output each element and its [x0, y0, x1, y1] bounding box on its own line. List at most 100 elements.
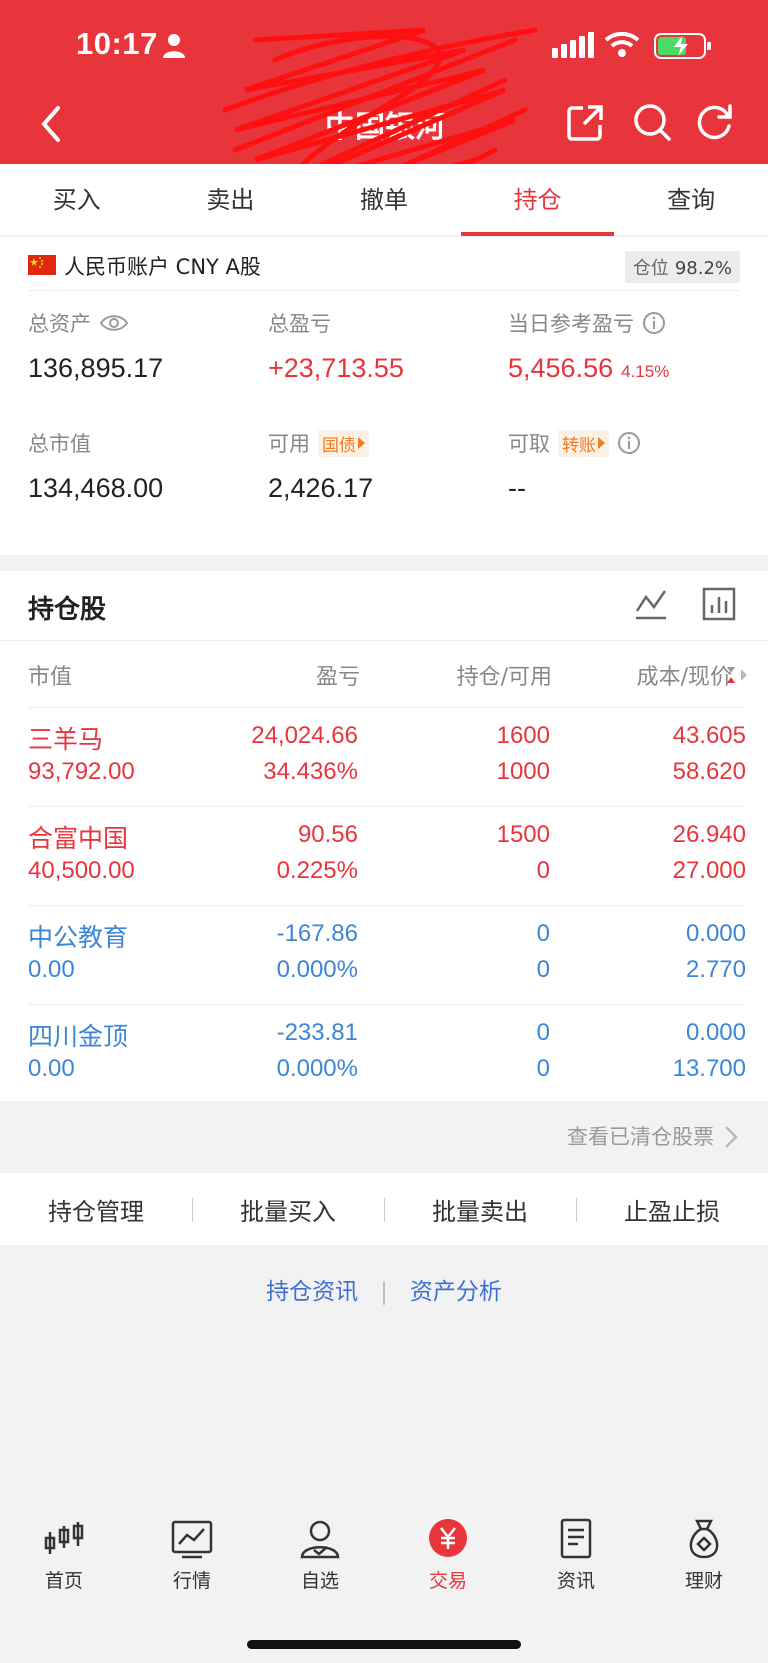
search-icon[interactable]	[632, 102, 672, 142]
stock-name: 合富中国	[28, 824, 129, 853]
stock-market-value: 0.00	[28, 956, 75, 983]
money-bag-icon	[689, 1519, 719, 1559]
status-bar: 10:17	[0, 26, 768, 66]
metric-market-value: 总市值 134,468.00	[28, 429, 258, 504]
info-links: 持仓资讯 | 资产分析	[0, 1272, 768, 1306]
position-badge: 仓位 98.2%	[624, 251, 740, 283]
nav-trade[interactable]: 交易	[384, 1518, 512, 1598]
sort-icon[interactable]	[726, 665, 748, 685]
table-row[interactable]: 合富中国 40,500.00 90.56 0.225% 1500 0 26.94…	[28, 806, 746, 905]
cleared-stocks-link[interactable]: 查看已清仓股票	[567, 1121, 714, 1151]
nav-watchlist[interactable]: 自选	[256, 1518, 384, 1598]
stock-pl: 24,024.66	[251, 722, 358, 749]
holdings-actions: 持仓管理 批量买入 批量卖出 止盈止损	[0, 1173, 768, 1245]
col-holding[interactable]: 持仓/可用	[457, 659, 552, 691]
batch-buy-button[interactable]: 批量买入	[192, 1192, 384, 1227]
total-assets-value: 136,895.17	[28, 353, 164, 383]
cleared-stocks-bar: 查看已清仓股票	[0, 1101, 768, 1173]
transfer-tag-label: 转账	[562, 435, 596, 456]
batch-sell-button[interactable]: 批量卖出	[384, 1192, 576, 1227]
stock-holding: 1500	[496, 821, 550, 848]
stock-holding: 0	[536, 1019, 550, 1046]
bond-tag-label: 国债	[322, 435, 356, 456]
candlestick-icon	[44, 1522, 84, 1554]
nav-news[interactable]: 资讯	[512, 1518, 640, 1598]
bar-chart-icon[interactable]	[702, 587, 736, 621]
col-pl[interactable]: 盈亏	[316, 659, 360, 691]
table-row[interactable]: 中公教育 0.00 -167.86 0.000% 0 0 0.000 2.770	[28, 905, 746, 1004]
market-value-label: 总市值	[28, 432, 91, 456]
stock-price: 13.700	[672, 1055, 746, 1082]
info-icon[interactable]	[617, 431, 641, 455]
share-icon[interactable]	[566, 104, 604, 142]
refresh-icon[interactable]	[694, 102, 734, 142]
stock-market-value: 93,792.00	[28, 758, 135, 785]
stock-market-value: 0.00	[28, 1055, 75, 1082]
battery-icon	[654, 33, 711, 59]
tab-buy[interactable]: 买入	[0, 164, 154, 235]
nav-trade-label: 交易	[428, 1570, 467, 1592]
nav-wealth[interactable]: 理财	[640, 1518, 768, 1598]
tab-sell[interactable]: 卖出	[154, 164, 308, 235]
nav-market[interactable]: 行情	[128, 1518, 256, 1598]
withdrawable-label: 可取	[508, 432, 550, 456]
holding-news-link[interactable]: 持仓资讯	[266, 1279, 358, 1305]
stock-cost: 0.000	[685, 920, 746, 947]
stock-available: 1000	[496, 758, 550, 785]
line-chart-icon[interactable]	[634, 587, 668, 621]
asset-analysis-link[interactable]: 资产分析	[410, 1279, 502, 1305]
daily-pl-label: 当日参考盈亏	[508, 312, 634, 336]
tab-cancel[interactable]: 撤单	[307, 164, 461, 235]
stock-market-value: 40,500.00	[28, 857, 135, 884]
stock-available: 0	[536, 956, 550, 983]
tab-holdings[interactable]: 持仓	[460, 164, 615, 236]
bond-tag[interactable]: 国债	[318, 429, 369, 457]
available-value: 2,426.17	[268, 473, 374, 503]
market-value-value: 134,468.00	[28, 473, 164, 503]
nav-watchlist-label: 自选	[300, 1570, 339, 1592]
eye-icon[interactable]	[99, 313, 129, 333]
daily-pl-value: 5,456.56	[508, 353, 614, 383]
tag-arrow-icon	[598, 437, 605, 449]
metric-daily-pl: 当日参考盈亏 5,456.56 4.15%	[508, 309, 738, 384]
stock-holding: 0	[536, 920, 550, 947]
account-row[interactable]: 人民币账户 CNY A股 仓位 98.2%	[28, 247, 740, 291]
wifi-icon	[604, 31, 640, 57]
table-row[interactable]: 三羊马 93,792.00 24,024.66 34.436% 1600 100…	[28, 707, 746, 806]
transfer-tag[interactable]: 转账	[558, 429, 609, 457]
tag-arrow-icon	[358, 437, 365, 449]
stock-pl-pct: 34.436%	[263, 758, 358, 785]
table-row[interactable]: 四川金顶 0.00 -233.81 0.000% 0 0 0.000 13.70…	[28, 1004, 746, 1103]
user-check-icon	[300, 1520, 340, 1559]
stock-pl: -167.86	[276, 920, 358, 947]
stock-pl-pct: 0.000%	[276, 1055, 358, 1082]
metric-available: 可用 国债 2,426.17	[268, 429, 498, 504]
holdings-column-headers: 市值 盈亏 持仓/可用 成本/现价	[28, 641, 748, 707]
col-market-value: 市值	[28, 665, 73, 690]
nav-home[interactable]: 首页	[0, 1518, 128, 1598]
stock-pl: 90.56	[297, 821, 358, 848]
stock-pl-pct: 0.225%	[276, 857, 358, 884]
position-value: 98.2%	[674, 258, 732, 279]
available-label: 可用	[268, 432, 310, 456]
manage-holdings-button[interactable]: 持仓管理	[0, 1192, 192, 1227]
status-time: 10:17	[76, 26, 158, 61]
withdrawable-value: --	[508, 473, 526, 503]
chevron-right-icon	[725, 1126, 738, 1148]
daily-pl-pct: 4.15%	[621, 362, 670, 381]
metric-total-assets: 总资产 136,895.17	[28, 309, 258, 384]
page-title: 中国银河	[325, 110, 445, 145]
holdings-header: 持仓股	[0, 571, 768, 641]
nav-home-label: 首页	[44, 1570, 83, 1592]
stock-available: 0	[536, 1055, 550, 1082]
info-icon[interactable]	[642, 311, 666, 335]
back-icon[interactable]	[36, 104, 66, 144]
stock-available: 0	[536, 857, 550, 884]
nav-wealth-label: 理财	[684, 1570, 723, 1592]
col-cost-price[interactable]: 成本/现价	[637, 659, 732, 691]
tab-query[interactable]: 查询	[614, 164, 768, 235]
total-pl-label: 总盈亏	[268, 312, 331, 336]
stock-cost: 0.000	[685, 1019, 746, 1046]
stock-pl: -233.81	[276, 1019, 358, 1046]
take-profit-stop-loss-button[interactable]: 止盈止损	[576, 1192, 768, 1227]
